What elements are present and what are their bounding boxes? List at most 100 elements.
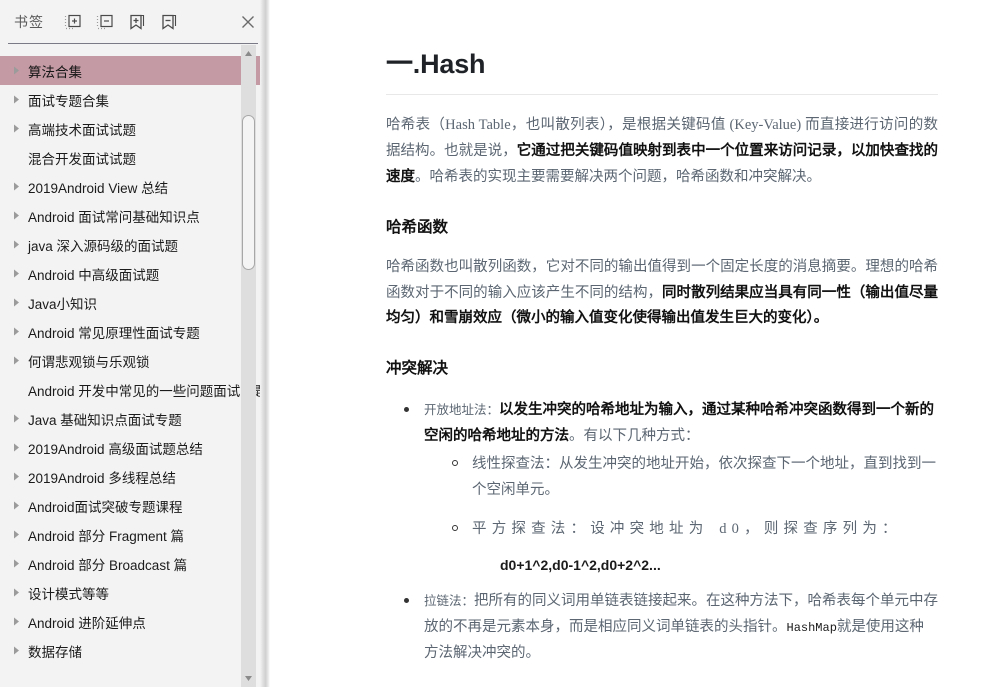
expand-triangle-icon[interactable] <box>8 501 24 510</box>
expand-triangle-icon[interactable] <box>8 269 24 278</box>
bookmark-item-14[interactable]: 2019Android 多线程总结 <box>0 462 260 491</box>
bookmark-item-9[interactable]: Android 常见原理性面试专题 <box>0 317 260 346</box>
bookmark-item-label: 设计模式等等 <box>28 586 109 602</box>
bookmark-item-10[interactable]: 何谓悲观锁与乐观锁 <box>0 346 260 375</box>
list-item: 平方探查法：设冲突地址为 d0，则探查序列为： d0+1^2,d0-1^2,d0… <box>452 517 938 574</box>
bookmark-item-label: 高端技术面试试题 <box>28 122 136 138</box>
bookmark-item-0[interactable]: 算法合集 <box>0 56 260 85</box>
bookmark-tree: 算法合集面试专题合集高端技术面试试题 混合开发面试试题 2019Android Vi… <box>0 44 270 687</box>
bookmark-item-20[interactable]: 数据存储 <box>0 636 260 665</box>
collapse-all-icon[interactable] <box>94 11 116 33</box>
expand-triangle-icon[interactable] <box>8 211 24 220</box>
bookmark-item-13[interactable]: 2019Android 高级面试题总结 <box>0 433 260 462</box>
bookmark-item-3[interactable]: 混合开发面试试题 <box>0 143 260 172</box>
expand-triangle-icon[interactable] <box>8 124 24 133</box>
hash-function-paragraph: 哈希函数也叫散列函数，它对不同的输出值得到一个固定长度的消息摘要。理想的哈希函数… <box>386 255 938 332</box>
expand-triangle-icon[interactable] <box>8 356 24 365</box>
title-divider <box>386 94 938 96</box>
bookmark-item-6[interactable]: java 深入源码级的面试题 <box>0 230 260 259</box>
bookmarks-panel: 书签 算法合集 面试专题合集 高端技术面试试题 混合开发面试试题 2019And… <box>0 0 270 687</box>
bookmark-item-label: Android 部分 Broadcast 篇 <box>28 557 188 573</box>
bookmark-item-18[interactable]: 设计模式等等 <box>0 578 260 607</box>
bookmark-item-label: 2019Android View 总结 <box>28 180 169 196</box>
list-item: 线性探查法：从发生冲突的地址开始，依次探查下一个地址，直到找到一个空闲单元。 <box>452 452 938 504</box>
bookmark-item-label: 混合开发面试试题 <box>28 151 136 167</box>
list-item: 开放地址法：以发生冲突的哈希地址为输入，通过某种哈希冲突函数得到一个新的空闲的哈… <box>404 398 938 573</box>
expand-triangle-icon[interactable] <box>8 646 24 655</box>
expand-triangle-icon[interactable] <box>8 95 24 104</box>
pdf-reader-window: 书签 算法合集 面试专题合集 高端技术面试试题 混合开发面试试题 2019And… <box>0 0 986 687</box>
bookmark-item-17[interactable]: Android 部分 Broadcast 篇 <box>0 549 260 578</box>
bookmark-item-label: 2019Android 高级面试题总结 <box>28 441 203 457</box>
bookmark-item-16[interactable]: Android 部分 Fragment 篇 <box>0 520 260 549</box>
open-addressing-text: 开放地址法：以发生冲突的哈希地址为输入，通过某种哈希冲突函数得到一个新的空闲的哈… <box>424 402 934 444</box>
intro-text-part2: 。哈希表的实现主要需要解决两个问题，哈希函数和冲突解决。 <box>415 168 821 185</box>
bookmark-item-label: Java小知识 <box>28 296 98 312</box>
open-addressing-sublist: 线性探查法：从发生冲突的地址开始，依次探查下一个地址，直到找到一个空闲单元。 平… <box>424 452 938 573</box>
scroll-up-arrow-icon[interactable] <box>241 45 256 62</box>
expand-triangle-icon[interactable] <box>8 66 24 75</box>
expand-triangle-icon[interactable] <box>8 588 24 597</box>
bookmark-item-4[interactable]: 2019Android View 总结 <box>0 172 260 201</box>
bookmark-item-label: 算法合集 <box>28 64 82 80</box>
bookmark-item-12[interactable]: Java 基础知识点面试专题 <box>0 404 260 433</box>
bullet-disc-icon <box>404 598 409 604</box>
close-icon[interactable] <box>236 10 260 34</box>
bookmark-item-label: Android 部分 Fragment 篇 <box>28 528 185 544</box>
scroll-down-arrow-icon[interactable] <box>241 670 256 687</box>
open-addressing-tail: 。有以下几种方式： <box>569 427 700 444</box>
bookmark-item-1[interactable]: 面试专题合集 <box>0 85 260 114</box>
collision-bullet-list: 开放地址法：以发生冲突的哈希地址为输入，通过某种哈希冲突函数得到一个新的空闲的哈… <box>386 398 938 666</box>
bullet-circle-icon <box>452 459 458 466</box>
bookmark-item-11[interactable]: Android 开发中常见的一些问题面试专题 <box>0 375 267 404</box>
expand-triangle-icon[interactable] <box>8 530 24 539</box>
bookmark-item-5[interactable]: Android 面试常问基础知识点 <box>0 201 260 230</box>
document-viewer: 一.Hash 哈希表（Hash Table，也叫散列表），是根据关键码值 (Ke… <box>270 0 986 687</box>
page-title: 一.Hash <box>386 49 486 79</box>
bookmark-item-19[interactable]: Android 进阶延伸点 <box>0 607 260 636</box>
remove-bookmark-icon[interactable] <box>158 11 180 33</box>
list-item: 拉链法：把所有的同义词用单链表链接起来。在这种方法下，哈希表每个单元中存放的不再… <box>404 589 938 666</box>
bookmark-item-label: 数据存储 <box>28 644 82 660</box>
bookmark-item-label: 何谓悲观锁与乐观锁 <box>28 354 150 370</box>
expand-triangle-icon[interactable] <box>8 298 24 307</box>
scrollbar-thumb[interactable] <box>242 115 255 270</box>
bullet-circle-icon <box>452 525 458 532</box>
bookmark-item-7[interactable]: Android 中高级面试题 <box>0 259 260 288</box>
bookmark-item-label: Android 常见原理性面试专题 <box>28 325 200 341</box>
quadratic-probing-formula: d0+1^2,d0-1^2,d0+2^2... <box>500 557 661 574</box>
quadratic-probing-text: 平方探查法：设冲突地址为 d0，则探查序列为： <box>472 521 902 538</box>
linear-probing-text: 线性探查法：从发生冲突的地址开始，依次探查下一个地址，直到找到一个空闲单元。 <box>472 455 936 498</box>
chaining-text: 拉链法：把所有的同义词用单链表链接起来。在这种方法下，哈希表每个单元中存放的不再… <box>424 593 938 661</box>
bookmark-item-label: java 深入源码级的面试题 <box>28 238 179 254</box>
bookmark-item-label: Android面试突破专题课程 <box>28 499 183 515</box>
bookmarks-toolbar <box>62 11 180 33</box>
add-bookmark-icon[interactable] <box>126 11 148 33</box>
bookmark-item-label: Android 面试常问基础知识点 <box>28 209 200 225</box>
bookmarks-scrollbar[interactable] <box>241 45 256 687</box>
expand-all-icon[interactable] <box>62 11 84 33</box>
panel-divider[interactable] <box>260 0 270 687</box>
section-heading-hash-function: 哈希函数 <box>386 218 449 236</box>
expand-triangle-icon[interactable] <box>8 414 24 423</box>
intro-paragraph: 哈希表（Hash Table，也叫散列表），是根据关键码值 (Key-Value… <box>386 113 938 190</box>
bookmark-item-2[interactable]: 高端技术面试试题 <box>0 114 260 143</box>
bookmark-item-8[interactable]: Java小知识 <box>0 288 260 317</box>
expand-triangle-icon[interactable] <box>8 182 24 191</box>
expand-triangle-icon[interactable] <box>8 617 24 626</box>
document-page: 一.Hash 哈希表（Hash Table，也叫散列表），是根据关键码值 (Ke… <box>270 0 986 667</box>
bookmark-item-label: 2019Android 多线程总结 <box>28 470 176 486</box>
chaining-lead: 拉链法： <box>424 594 475 609</box>
bookmarks-panel-title: 书签 <box>14 14 44 30</box>
section-heading-collision: 冲突解决 <box>386 360 449 378</box>
bookmarks-panel-header: 书签 <box>0 0 270 44</box>
bookmark-item-label: Android 开发中常见的一些问题面试专题 <box>28 383 268 399</box>
expand-triangle-icon[interactable] <box>8 559 24 568</box>
expand-triangle-icon[interactable] <box>8 327 24 336</box>
expand-triangle-icon[interactable] <box>8 443 24 452</box>
bullet-disc-icon <box>404 407 409 413</box>
bookmark-item-15[interactable]: Android面试突破专题课程 <box>0 491 260 520</box>
expand-triangle-icon[interactable] <box>8 472 24 481</box>
expand-triangle-icon[interactable] <box>8 240 24 249</box>
bookmark-item-label: Java 基础知识点面试专题 <box>28 412 182 428</box>
